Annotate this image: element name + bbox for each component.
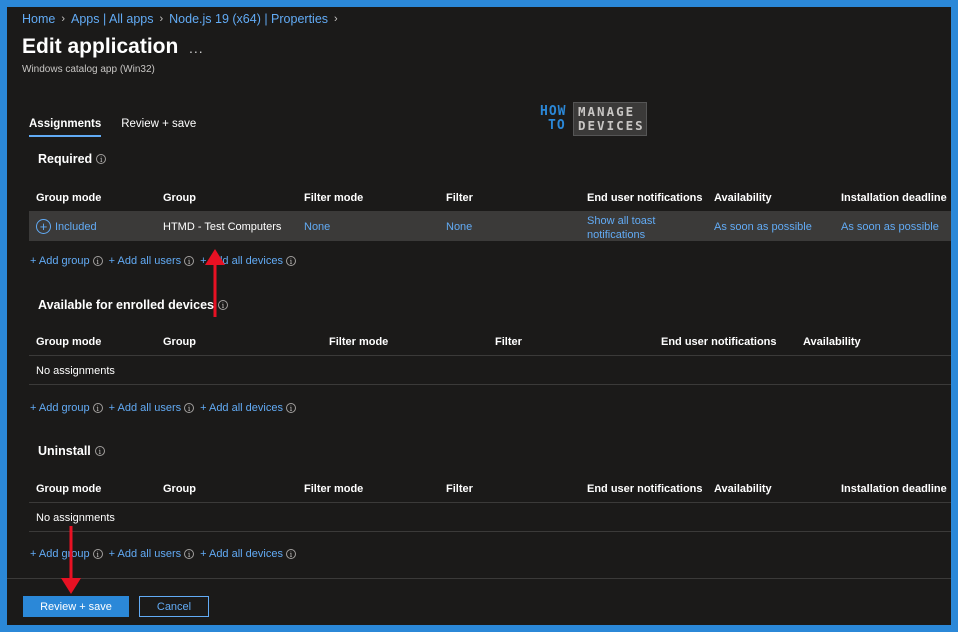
col-header: Filter (446, 482, 473, 495)
col-header: End user notifications (587, 482, 703, 495)
chevron-right-icon: › (61, 13, 66, 25)
col-header: Availability (714, 191, 772, 204)
breadcrumb-properties[interactable]: Node.js 19 (x64) | Properties (169, 12, 328, 26)
info-icon: i (184, 403, 195, 413)
review-save-button[interactable]: Review + save (23, 596, 129, 617)
breadcrumb-home[interactable]: Home (22, 12, 55, 26)
add-all-users-link[interactable]: + Add all users i (109, 255, 195, 267)
col-header: Filter mode (304, 191, 364, 204)
footer-divider (7, 578, 951, 579)
col-header: Group mode (36, 335, 102, 348)
col-header: Group (163, 191, 196, 204)
section-available: Available for enrolled devices i (38, 298, 228, 312)
available-add-links: + Add group i + Add all users i + Add all … (30, 402, 302, 414)
col-header: Group (163, 482, 196, 495)
info-icon[interactable]: i (96, 154, 107, 164)
page-title: Edit application (22, 35, 179, 58)
logo-how-to: HOW TO (540, 104, 567, 133)
info-icon: i (285, 403, 296, 413)
app-frame: Home › Apps | All apps › Node.js 19 (x64… (7, 7, 951, 625)
info-icon: i (92, 549, 103, 559)
group-mode-cell[interactable]: + Included (36, 212, 97, 241)
add-all-devices-link[interactable]: + Add all devices i (200, 548, 296, 560)
empty-message: No assignments (36, 364, 115, 377)
info-icon: i (184, 256, 195, 266)
table-row: No assignments (29, 503, 951, 532)
filter-cell[interactable]: None (446, 212, 472, 241)
info-icon: i (92, 403, 103, 413)
notifications-cell[interactable]: Show all toast notifications (587, 212, 697, 241)
required-add-links: + Add group i + Add all users i + Add all … (30, 255, 302, 267)
info-icon: i (285, 256, 296, 266)
info-icon: i (184, 549, 195, 559)
chevron-right-icon: › (159, 13, 164, 25)
annotation-arrow-up-icon (205, 249, 225, 317)
col-header: Group (163, 335, 196, 348)
more-options-button[interactable]: ... (189, 40, 204, 56)
section-title: Required (38, 152, 93, 166)
chevron-right-icon: › (334, 13, 338, 25)
section-title: Uninstall (38, 444, 91, 458)
info-icon: i (92, 256, 103, 266)
breadcrumb: Home › Apps | All apps › Node.js 19 (x64… (22, 12, 344, 26)
col-header: Filter mode (304, 482, 364, 495)
col-header: Installation deadline (841, 482, 947, 495)
tab-bar: Assignments Review + save (29, 118, 216, 137)
howtomanagedevices-logo: HOW TO MANAGE DEVICES (537, 102, 649, 140)
col-header: End user notifications (587, 191, 703, 204)
col-header: Availability (803, 335, 861, 348)
section-uninstall: Uninstall i (38, 444, 105, 458)
deadline-cell[interactable]: As soon as possible (841, 212, 939, 241)
breadcrumb-apps[interactable]: Apps | All apps (71, 12, 153, 26)
table-header: Group mode Group Filter mode Filter End … (29, 474, 951, 503)
col-header: Filter mode (329, 335, 389, 348)
filter-mode-cell[interactable]: None (304, 212, 330, 241)
tab-review-save[interactable]: Review + save (121, 118, 196, 137)
annotation-arrow-down-icon (61, 526, 81, 594)
table-row[interactable]: + Included HTMD - Test Computers None No… (29, 212, 951, 241)
table-row: No assignments (29, 356, 951, 385)
plus-circle-icon: + (36, 219, 51, 234)
info-icon: i (285, 549, 296, 559)
table-header: Group mode Group Filter mode Filter End … (29, 183, 951, 212)
cancel-button[interactable]: Cancel (139, 596, 209, 617)
info-icon[interactable]: i (94, 446, 105, 456)
add-all-users-link[interactable]: + Add all users i (109, 548, 195, 560)
availability-cell[interactable]: As soon as possible (714, 212, 812, 241)
tab-assignments[interactable]: Assignments (29, 118, 102, 137)
col-header: End user notifications (661, 335, 777, 348)
add-all-devices-link[interactable]: + Add all devices i (200, 402, 296, 414)
col-header: Group mode (36, 482, 102, 495)
col-header: Group mode (36, 191, 102, 204)
page-subtitle: Windows catalog app (Win32) (22, 64, 155, 75)
table-header: Group mode Group Filter mode Filter End … (29, 327, 951, 356)
col-header: Installation deadline (841, 191, 947, 204)
group-cell: HTMD - Test Computers (163, 220, 282, 233)
add-group-link[interactable]: + Add group i (30, 402, 103, 414)
section-title: Available for enrolled devices (38, 298, 214, 312)
section-required: Required i (38, 152, 107, 166)
add-group-link[interactable]: + Add group i (30, 255, 103, 267)
col-header: Filter (495, 335, 522, 348)
logo-box: MANAGE DEVICES (573, 102, 647, 136)
col-header: Availability (714, 482, 772, 495)
add-all-users-link[interactable]: + Add all users i (109, 402, 195, 414)
col-header: Filter (446, 191, 473, 204)
